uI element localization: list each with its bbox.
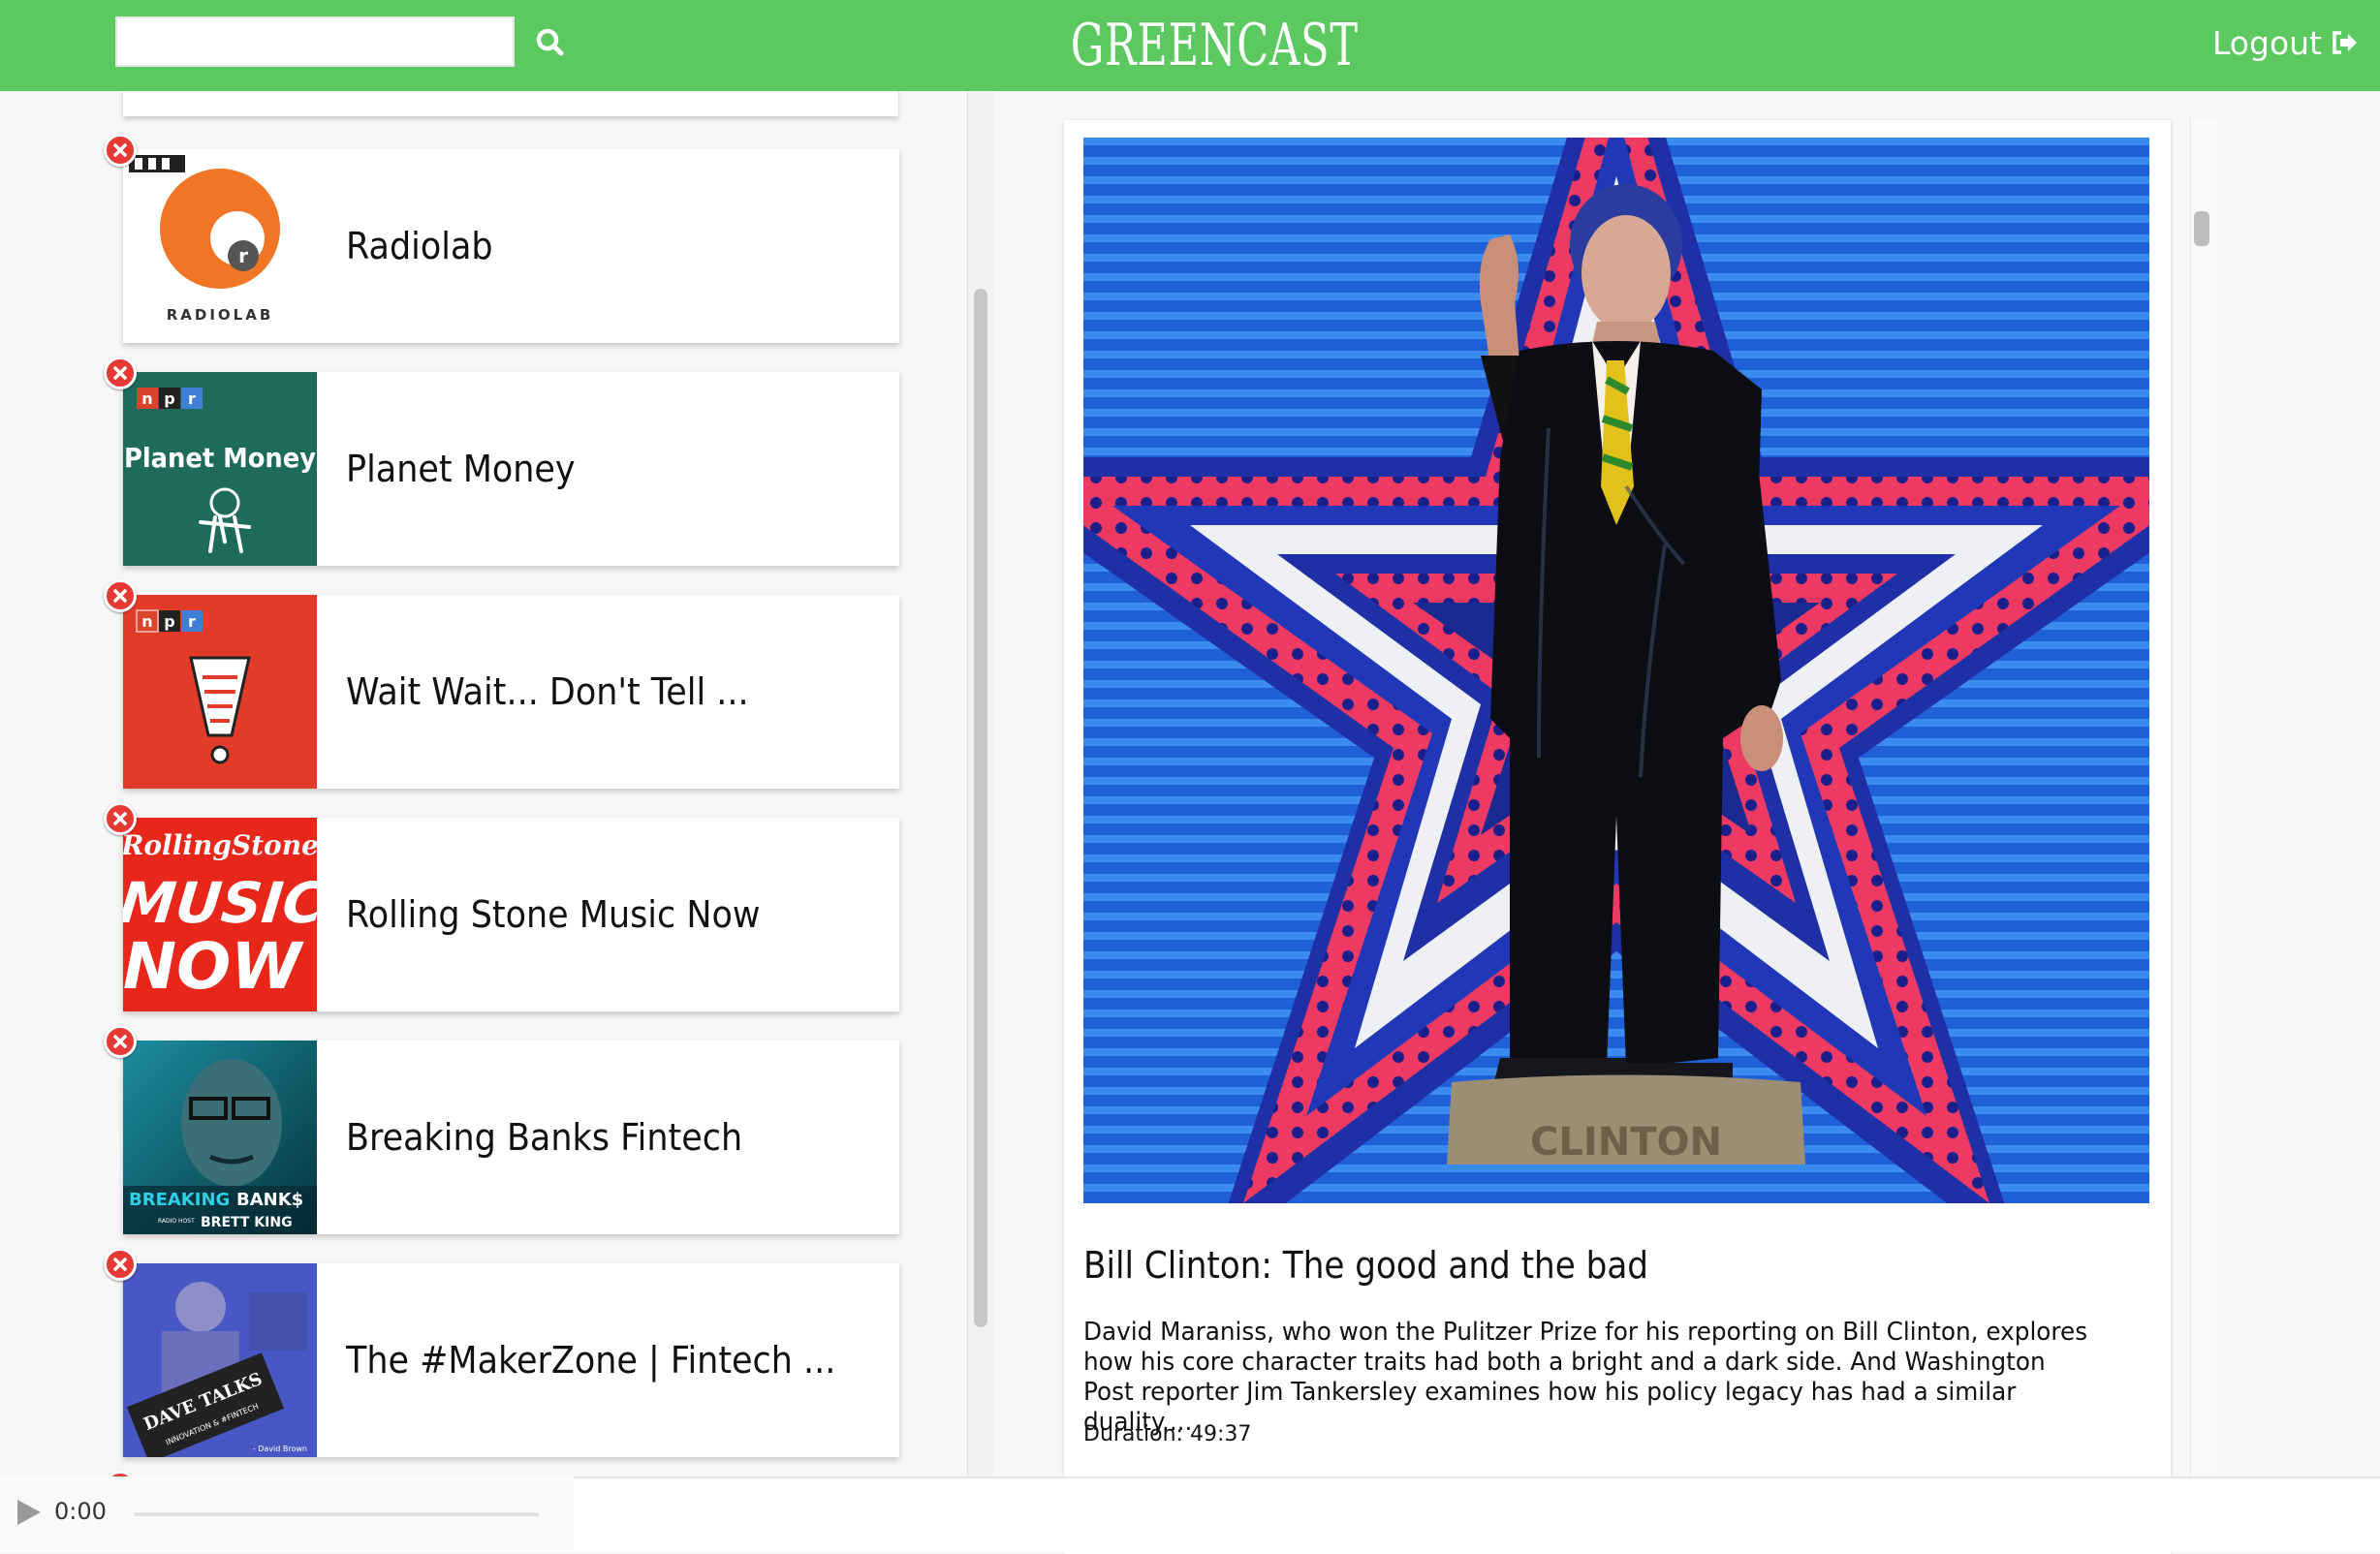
svg-text:n: n — [141, 612, 152, 631]
remove-subscription-button[interactable] — [104, 1025, 137, 1058]
podcast-title: The #MakerZone | Fintech ... — [346, 1339, 836, 1382]
podcast-title: Rolling Stone Music Now — [346, 893, 761, 936]
svg-text:RADIOLAB: RADIOLAB — [167, 306, 274, 324]
episode-scrollbar-track[interactable] — [2190, 118, 2218, 1475]
episode-artwork: CLINTON — [1083, 138, 2149, 1203]
play-button[interactable] — [12, 1496, 45, 1529]
sign-out-icon — [2333, 31, 2357, 54]
podcast-title: Breaking Banks Fintech — [346, 1116, 743, 1159]
podcast-card[interactable]: r RADIOLAB Radiolab — [123, 149, 899, 343]
rolling-stone-artwork: RollingStone MUSIC NOW — [123, 818, 317, 1011]
planet-money-artwork: n p r Planet Money — [123, 372, 317, 566]
podcast-title: Radiolab — [346, 225, 493, 267]
breaking-banks-artwork: BREAKING BANK$ RADIO HOST BRETT KING — [123, 1041, 317, 1234]
svg-text:BREAKING: BREAKING — [129, 1190, 230, 1210]
episode-duration: Duration: 49:37 — [1083, 1422, 1252, 1446]
podcast-title: Wait Wait... Don't Tell ... — [346, 670, 749, 713]
podcast-card[interactable]: n p r Wait Wait... Don't Tell ... — [123, 595, 899, 789]
remove-subscription-button[interactable] — [104, 1248, 137, 1281]
podcast-card[interactable]: RollingStone MUSIC NOW Rolling Stone Mus… — [123, 818, 899, 1011]
svg-text:r: r — [188, 389, 196, 408]
search-input[interactable] — [115, 16, 515, 67]
close-icon — [113, 1035, 127, 1048]
svg-text:BANK$: BANK$ — [236, 1190, 303, 1210]
close-icon — [113, 812, 127, 825]
svg-text:BRETT KING: BRETT KING — [201, 1215, 293, 1230]
logout-button[interactable]: Logout — [2212, 17, 2359, 68]
svg-text:MUSIC: MUSIC — [123, 870, 317, 936]
close-icon — [113, 143, 127, 157]
list-item-partial — [123, 91, 898, 116]
search-icon — [536, 28, 564, 56]
search-button[interactable] — [527, 19, 574, 66]
svg-text:RADIO HOST: RADIO HOST — [158, 1218, 195, 1225]
close-icon — [113, 589, 127, 603]
player-progress-bar[interactable] — [134, 1512, 539, 1516]
remove-subscription-button[interactable] — [104, 802, 137, 835]
episode-card: CLINTON Bill Clinton: The good and the b… — [1064, 120, 2171, 1554]
svg-text:r: r — [238, 244, 248, 267]
podcast-title: Planet Money — [346, 448, 576, 490]
wait-wait-artwork: n p r — [123, 595, 317, 789]
svg-text:- David Brown: - David Brown — [253, 1445, 307, 1453]
episode-title: Bill Clinton: The good and the bad — [1083, 1244, 1649, 1287]
svg-text:r: r — [188, 612, 196, 631]
svg-text:NOW: NOW — [123, 929, 304, 1004]
episode-description: David Maraniss, who won the Pulitzer Pri… — [1083, 1318, 2088, 1437]
podcast-card[interactable]: BREAKING BANK$ RADIO HOST BRETT KING Bre… — [123, 1041, 899, 1234]
svg-text:n: n — [141, 389, 152, 408]
remove-subscription-button[interactable] — [104, 579, 137, 612]
episode-panel: CLINTON Bill Clinton: The good and the b… — [994, 91, 2380, 1554]
podcast-card[interactable]: DAVE TALKS INNOVATION & #FINTECH - David… — [123, 1263, 899, 1457]
remove-subscription-button[interactable] — [104, 357, 137, 389]
audio-player: 0:00 — [0, 1476, 574, 1550]
close-icon — [113, 1258, 127, 1271]
top-navbar: GREENCAST Logout — [0, 0, 2380, 91]
episode-scrollbar-thumb[interactable] — [2194, 211, 2209, 246]
svg-text:CLINTON: CLINTON — [1530, 1120, 1722, 1165]
player-time: 0:00 — [54, 1498, 107, 1525]
play-icon — [17, 1500, 41, 1525]
svg-text:RollingStone: RollingStone — [123, 829, 317, 861]
subscriptions-scrollbar-thumb[interactable] — [974, 289, 987, 1327]
remove-subscription-button[interactable] — [104, 134, 137, 167]
brand-logo[interactable]: GREENCAST — [1071, 0, 1358, 91]
svg-text:p: p — [164, 389, 174, 408]
close-icon — [113, 366, 127, 380]
svg-text:Planet Money: Planet Money — [124, 443, 316, 474]
makerzone-artwork: DAVE TALKS INNOVATION & #FINTECH - David… — [123, 1263, 317, 1457]
logout-label: Logout — [2212, 23, 2322, 62]
subscriptions-panel: r RADIOLAB Radiolab n p r Planet Money P… — [0, 91, 969, 1476]
podcast-card[interactable]: n p r Planet Money Planet Money — [123, 372, 899, 566]
radiolab-artwork: r RADIOLAB — [123, 149, 317, 343]
svg-text:p: p — [164, 612, 174, 631]
